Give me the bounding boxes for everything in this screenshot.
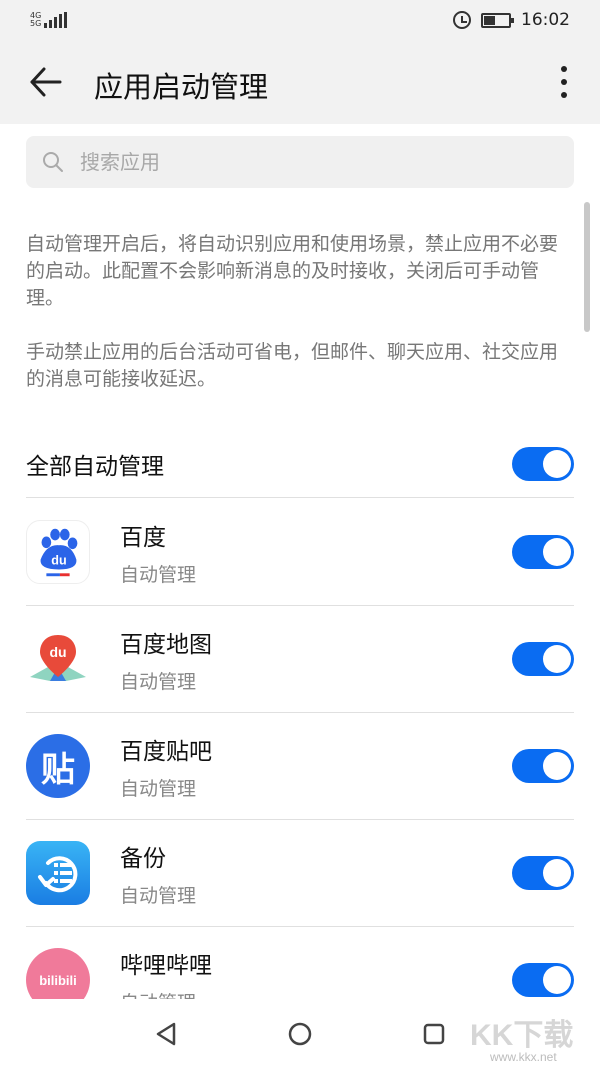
alarm-icon (453, 11, 471, 29)
app-bar: 应用启动管理 (0, 40, 600, 124)
scrollbar[interactable] (584, 202, 590, 332)
network-subtype: 5G (30, 19, 42, 28)
app-status: 自动管理 (120, 884, 197, 907)
master-toggle-label: 全部自动管理 (26, 453, 164, 480)
app-name: 百度地图 (120, 631, 212, 658)
app-name: 百度贴吧 (120, 738, 212, 765)
nav-back-button[interactable] (149, 1017, 183, 1051)
more-dots-icon (561, 66, 567, 72)
search-input[interactable] (80, 150, 540, 174)
battery-icon (481, 12, 514, 28)
app-toggle-switch[interactable] (512, 749, 574, 783)
bilibili-icon-text: bilibili (39, 972, 77, 988)
signal-area: 4G 5G (30, 12, 68, 28)
list-item-tieba[interactable]: 贴 百度贴吧 自动管理 (26, 713, 574, 820)
nav-recents-button[interactable] (417, 1017, 451, 1051)
tieba-icon: 贴 (26, 734, 90, 798)
app-toggle-switch[interactable] (512, 963, 574, 997)
arrow-left-icon (30, 67, 62, 97)
nav-home-button[interactable] (283, 1017, 317, 1051)
status-bar: 4G 5G 16:02 (0, 0, 600, 40)
back-button[interactable] (26, 62, 66, 102)
svg-text:du: du (49, 644, 66, 660)
watermark-logo: KK下载 (470, 1019, 574, 1052)
more-options-button[interactable] (548, 62, 580, 102)
list-item-baidu[interactable]: du 百度 自动管理 (26, 499, 574, 606)
app-name: 百度 (120, 524, 166, 551)
master-toggle-switch[interactable] (512, 446, 574, 481)
app-status: 自动管理 (120, 563, 197, 586)
circle-home-icon (288, 1022, 312, 1045)
description-auto-manage: 自动管理开启后，将自动识别应用和使用场景，禁止应用不必要的启动。此配置不会影响新… (26, 233, 559, 309)
status-time: 16:02 (521, 10, 570, 30)
square-recents-icon (423, 1023, 445, 1044)
app-status: 自动管理 (120, 777, 197, 800)
bilibili-icon: bilibili (26, 948, 90, 999)
search-bar[interactable] (26, 136, 574, 188)
app-toggle-switch[interactable] (512, 856, 574, 890)
backup-icon (26, 841, 90, 905)
app-toggle-switch[interactable] (512, 642, 574, 676)
tieba-icon-text: 贴 (41, 749, 75, 790)
app-status: 自动管理 (120, 988, 512, 1000)
watermark-url: www.kkx.net (490, 1050, 557, 1064)
list-item-baidu-map[interactable]: du 百度地图 自动管理 (26, 606, 574, 713)
list-item-backup[interactable]: 备份 自动管理 (26, 820, 574, 927)
app-status: 自动管理 (120, 670, 197, 693)
description-manual-manage: 手动禁止应用的后台活动可省电，但邮件、聊天应用、社交应用的消息可能接收延迟。 (26, 341, 559, 390)
app-name: 哔哩哔哩 (120, 952, 212, 979)
app-list: du 百度 自动管理 du 百度地图 自动管理 贴 百度贴吧 自动管理 备份 自… (26, 499, 574, 999)
baidu-icon: du (26, 520, 90, 584)
list-item-bilibili[interactable]: bilibili 哔哩哔哩 自动管理 (26, 927, 574, 999)
signal-icon (44, 12, 68, 28)
app-toggle-switch[interactable] (512, 535, 574, 569)
triangle-back-icon (156, 1022, 176, 1045)
search-icon (43, 152, 63, 172)
app-name: 备份 (120, 845, 166, 872)
svg-text:du: du (51, 554, 66, 568)
page-title: 应用启动管理 (94, 70, 269, 104)
baidu-map-icon: du (26, 627, 90, 691)
master-toggle-row[interactable]: 全部自动管理 (26, 430, 574, 498)
